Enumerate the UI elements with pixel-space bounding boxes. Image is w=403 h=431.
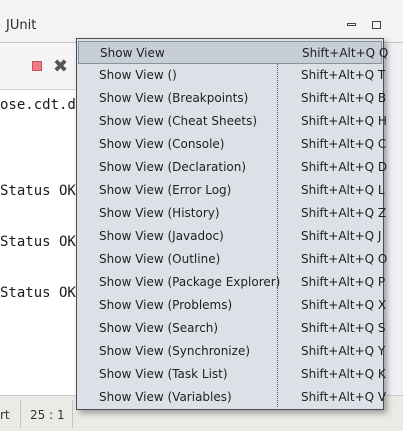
menu-item-javadoc[interactable]: Show View (Javadoc) Shift+Alt+Q J bbox=[78, 225, 382, 248]
menu-item-breakpoints[interactable]: Show View (Breakpoints) Shift+Alt+Q B bbox=[78, 87, 386, 110]
remove-all-icon[interactable]: ✖ bbox=[53, 56, 68, 77]
console-line: Status OK: bbox=[0, 234, 85, 250]
menu-item-label: Show View (Breakpoints) bbox=[99, 91, 249, 105]
maximize-icon[interactable] bbox=[372, 21, 381, 29]
menu-item-shortcut: Shift+Alt+Q S bbox=[301, 321, 386, 335]
menu-item-label: Show View (Problems) bbox=[99, 298, 233, 312]
menu-item-declaration[interactable]: Show View (Declaration) Shift+Alt+Q D bbox=[78, 156, 387, 179]
menu-item-shortcut: Shift+Alt+Q Q bbox=[302, 46, 389, 60]
menu-item-console[interactable]: Show View (Console) Shift+Alt+Q C bbox=[78, 133, 386, 156]
menu-item-label: Show View (Search) bbox=[99, 321, 219, 335]
menu-item-cheat-sheets[interactable]: Show View (Cheat Sheets) Shift+Alt+Q H bbox=[78, 110, 387, 133]
menu-item-shortcut: Shift+Alt+Q X bbox=[301, 298, 387, 312]
menu-item-label: Show View (Task List) bbox=[99, 367, 228, 381]
menu-item-package-explorer[interactable]: Show View (Package Explorer) Shift+Alt+Q… bbox=[78, 271, 386, 294]
menu-item-label: Show View (Javadoc) bbox=[99, 229, 224, 243]
menu-item-outline[interactable]: Show View (Outline) Shift+Alt+Q O bbox=[78, 248, 387, 271]
menu-item-label: Show View bbox=[100, 46, 165, 60]
menu-item-shortcut: Shift+Alt+Q K bbox=[301, 367, 386, 381]
menu-item-shortcut: Shift+Alt+Q C bbox=[301, 137, 387, 151]
menu-item-shortcut: Shift+Alt+Q Z bbox=[301, 206, 387, 220]
menu-item-label: Show View (Outline) bbox=[99, 252, 221, 266]
menu-item-label: Show View (Error Log) bbox=[99, 183, 232, 197]
view-tab-bar: JUnit bbox=[0, 0, 403, 43]
cursor-position: 25 : 1 bbox=[30, 408, 65, 422]
menu-item-synchronize[interactable]: Show View (Synchronize) Shift+Alt+Q Y bbox=[78, 340, 386, 363]
console-line: Status OK: bbox=[0, 183, 85, 199]
menu-item-shortcut: Shift+Alt+Q B bbox=[301, 91, 387, 105]
menu-item-label: Show View (Variables) bbox=[99, 390, 232, 404]
menu-item-label: Show View () bbox=[99, 68, 177, 82]
stop-icon[interactable] bbox=[32, 61, 42, 71]
menu-item-label: Show View (Cheat Sheets) bbox=[99, 114, 258, 128]
menu-item-shortcut: Shift+Alt+Q D bbox=[301, 160, 388, 174]
menu-item-shortcut: Shift+Alt+Q O bbox=[301, 252, 388, 266]
status-divider bbox=[72, 400, 73, 428]
menu-item-label: Show View (Synchronize) bbox=[99, 344, 251, 358]
menu-item-label: Show View (Console) bbox=[99, 137, 225, 151]
show-view-quick-menu: Show View Shift+Alt+Q Q Show View () Shi… bbox=[76, 38, 388, 410]
menu-item-label: Show View (Package Explorer) bbox=[99, 275, 281, 289]
junit-tab-title[interactable]: JUnit bbox=[6, 18, 36, 33]
menu-item-problems[interactable]: Show View (Problems) Shift+Alt+Q X bbox=[78, 294, 386, 317]
menu-item-shortcut: Shift+Alt+Q L bbox=[301, 183, 385, 197]
minimize-icon[interactable] bbox=[347, 23, 356, 26]
menu-item-error-log[interactable]: Show View (Error Log) Shift+Alt+Q L bbox=[78, 179, 385, 202]
menu-item-shortcut: Shift+Alt+Q H bbox=[301, 114, 387, 128]
status-text: rt bbox=[0, 408, 10, 422]
console-line: Status OK: bbox=[0, 285, 85, 301]
menu-item-label: Show View (History) bbox=[99, 206, 220, 220]
menu-item-variables[interactable]: Show View (Variables) Shift+Alt+Q V bbox=[78, 386, 386, 409]
menu-item-shortcut: Shift+Alt+Q Y bbox=[301, 344, 386, 358]
console-line: ose.cdt.ds bbox=[0, 97, 85, 113]
menu-item-shortcut: Shift+Alt+Q T bbox=[301, 68, 386, 82]
menu-item-show-view-empty[interactable]: Show View () Shift+Alt+Q T bbox=[78, 64, 386, 87]
menu-item-shortcut: Shift+Alt+Q V bbox=[301, 390, 387, 404]
menu-item-task-list[interactable]: Show View (Task List) Shift+Alt+Q K bbox=[78, 363, 386, 386]
menu-item-shortcut: Shift+Alt+Q J bbox=[301, 229, 382, 243]
menu-item-history[interactable]: Show View (History) Shift+Alt+Q Z bbox=[78, 202, 386, 225]
menu-item-label: Show View (Declaration) bbox=[99, 160, 247, 174]
menu-item-search[interactable]: Show View (Search) Shift+Alt+Q S bbox=[78, 317, 386, 340]
menu-item-shortcut: Shift+Alt+Q P bbox=[301, 275, 386, 289]
menu-item-show-view[interactable]: Show View Shift+Alt+Q Q bbox=[78, 41, 388, 64]
status-divider bbox=[20, 400, 21, 428]
